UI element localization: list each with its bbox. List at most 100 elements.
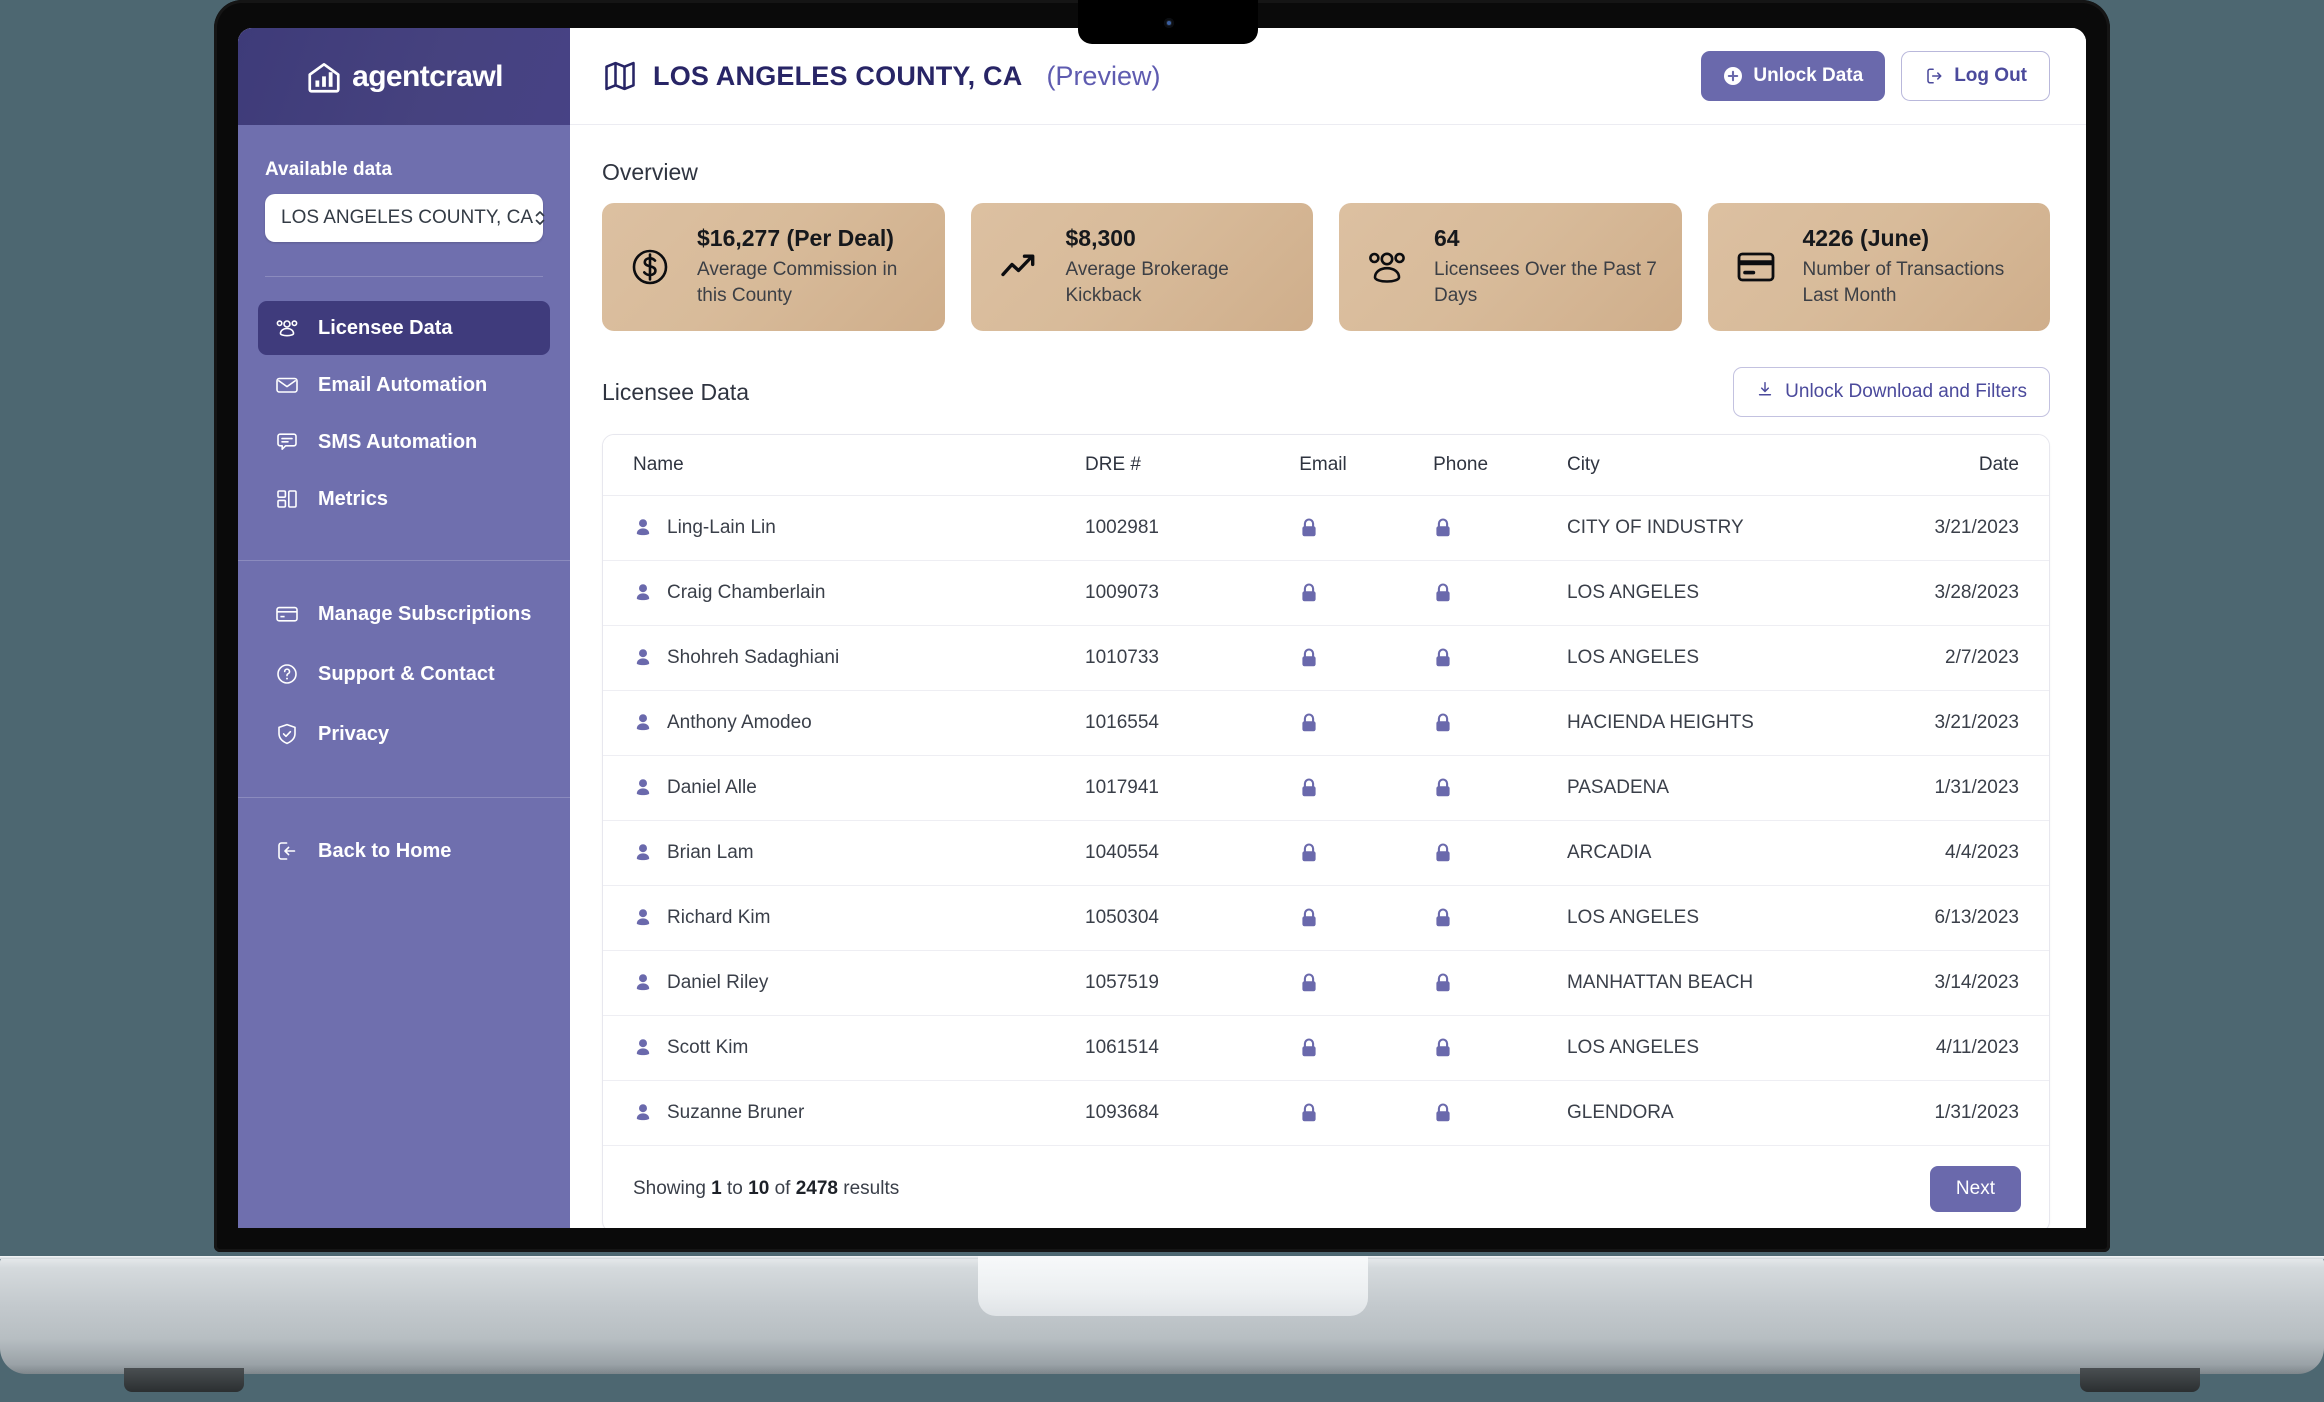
building-chart-icon [305,58,343,96]
cell-date: 3/21/2023 [1821,690,2049,756]
column-header-city[interactable]: City [1566,435,1822,496]
licensee-table-card: Name DRE # Email Phone City Date Ling-La… [602,434,2050,1228]
lock-icon [1299,1101,1319,1125]
stat-card-label: Average Brokerage Kickback [1065,259,1229,306]
stat-card-text: $8,300 Average Brokerage Kickback [1066,225,1292,308]
table-body: Ling-Lain Lin 1002981 CITY OF INDUSTRY 3/21… [603,495,2049,1146]
stat-card-kickback: $8,300 Average Brokerage Kickback [970,203,1313,331]
licensee-name: Brian Lam [667,842,754,863]
brand-logo[interactable]: agentcrawl [238,28,570,125]
column-header-name[interactable]: Name [603,435,1086,496]
chevron-updown-icon [533,207,547,229]
layout-blocks-icon [274,486,300,512]
table-row[interactable]: Suzanne Bruner 1093684 GLENDORA 1/31/2023 [603,1081,2049,1146]
cell-phone-locked[interactable] [1433,950,1567,1016]
cell-email-locked[interactable] [1299,690,1434,756]
cell-date: 3/28/2023 [1821,560,2049,626]
sidebar-item-email-automation[interactable]: Email Automation [258,358,550,412]
sidebar-item-back-to-home[interactable]: Back to Home [258,824,550,878]
lock-icon [1433,646,1453,670]
cell-dre-number: 1009073 [1085,560,1300,626]
sidebar-item-support-contact[interactable]: Support & Contact [258,647,550,701]
table-row[interactable]: Richard Kim 1050304 LOS ANGELES 6/13/2023 [603,885,2049,951]
column-header-dre[interactable]: DRE # [1085,435,1300,496]
sidebar-nav-secondary: Manage Subscriptions Support & Contact P… [238,561,570,761]
page-title: LOS ANGELES COUNTY, CA [653,60,1023,91]
table-row[interactable]: Craig Chamberlain 1009073 LOS ANGELES 3/28/… [603,560,2049,626]
cell-email-locked[interactable] [1299,950,1434,1016]
cell-phone-locked[interactable] [1433,755,1567,821]
cell-phone-locked[interactable] [1433,1081,1567,1146]
cell-phone-locked[interactable] [1433,625,1567,691]
cell-phone-locked[interactable] [1433,495,1567,561]
overview-cards: $16,277 (Per Deal) Average Commission in… [602,203,2050,331]
cell-dre-number: 1057519 [1085,950,1300,1016]
download-icon [1756,380,1774,404]
table-row[interactable]: Daniel Riley 1057519 MANHATTAN BEACH 3/14/2… [603,950,2049,1016]
showing-prefix: Showing [633,1178,712,1199]
cell-dre-number: 1010733 [1085,625,1300,691]
cell-email-locked[interactable] [1299,820,1434,886]
log-out-button[interactable]: Log Out [1901,51,2050,101]
table-row[interactable]: Ling-Lain Lin 1002981 CITY OF INDUSTRY 3/21… [603,495,2049,561]
lock-icon [1299,646,1319,670]
top-bar-actions: Unlock Data Log Out [1701,51,2050,101]
stat-card-value: 4226 (June) [1802,225,1930,252]
person-icon [633,842,653,864]
licensee-name: Ling-Lain Lin [667,517,776,538]
table-row[interactable]: Anthony Amodeo 1016554 HACIENDA HEIGHTS 3/2… [603,690,2049,756]
table-row[interactable]: Daniel Alle 1017941 PASADENA 1/31/2023 [603,755,2049,821]
cell-email-locked[interactable] [1299,560,1434,626]
sidebar-item-manage-subscriptions[interactable]: Manage Subscriptions [258,587,550,641]
sidebar-item-sms-automation[interactable]: SMS Automation [258,415,550,469]
person-icon [633,647,653,669]
table-row[interactable]: Scott Kim 1061514 LOS ANGELES 4/11/2023 [603,1015,2049,1081]
logout-arrow-icon [274,838,300,864]
table-row[interactable]: Shohreh Sadaghiani 1010733 LOS ANGELES 2/7/… [603,625,2049,691]
brand-name: agentcrawl [352,59,503,93]
unlock-download-filters-button[interactable]: Unlock Download and Filters [1733,367,2050,417]
lock-icon [1433,1101,1453,1125]
cell-phone-locked[interactable] [1433,885,1567,951]
cell-email-locked[interactable] [1299,495,1434,561]
lock-icon [1299,516,1319,540]
table-row[interactable]: Brian Lam 1040554 ARCADIA 4/4/2023 [603,820,2049,886]
sidebar-item-label: Licensee Data [318,316,453,339]
county-select-value: LOS ANGELES COUNTY, CA [281,207,534,228]
cell-phone-locked[interactable] [1433,690,1567,756]
cell-email-locked[interactable] [1299,885,1434,951]
lock-icon [1433,1036,1453,1060]
lock-icon [1433,971,1453,995]
table-head: Name DRE # Email Phone City Date [603,435,2049,496]
cell-email-locked[interactable] [1299,1015,1434,1081]
person-icon [633,1037,653,1059]
cell-date: 1/31/2023 [1821,755,2049,821]
cell-name: Suzanne Bruner [603,1081,1085,1146]
column-header-phone[interactable]: Phone [1433,435,1567,496]
cell-email-locked[interactable] [1299,755,1434,821]
unlock-data-button[interactable]: Unlock Data [1701,51,1886,101]
stat-card-commission: $16,277 (Per Deal) Average Commission in… [602,203,945,331]
column-header-email[interactable]: Email [1299,435,1434,496]
cell-phone-locked[interactable] [1433,820,1567,886]
cell-email-locked[interactable] [1299,1081,1433,1146]
laptop-foot-right [2080,1368,2200,1392]
sidebar-item-privacy[interactable]: Privacy [258,707,550,761]
sidebar-item-metrics[interactable]: Metrics [258,472,550,526]
cell-email-locked[interactable] [1299,625,1434,691]
cell-phone-locked[interactable] [1433,560,1567,626]
cell-phone-locked[interactable] [1433,1015,1567,1081]
cell-date: 2/7/2023 [1821,625,2049,691]
column-header-date[interactable]: Date [1821,435,2049,496]
person-icon [633,582,653,604]
available-data-label: Available data [265,159,393,180]
next-page-button[interactable]: Next [1929,1166,2021,1212]
county-select[interactable]: LOS ANGELES COUNTY, CA [265,194,545,242]
sidebar-item-licensee-data[interactable]: Licensee Data [258,301,550,355]
licensee-name: Anthony Amodeo [667,712,812,733]
stat-card-text: 64 Licensees Over the Past 7 Days [1434,225,1660,308]
stat-card-text: $16,277 (Per Deal) Average Commission in… [697,225,923,308]
laptop-base-notch [978,1256,1368,1316]
sidebar: agentcrawl Available data LOS ANGELES CO… [238,28,570,1228]
